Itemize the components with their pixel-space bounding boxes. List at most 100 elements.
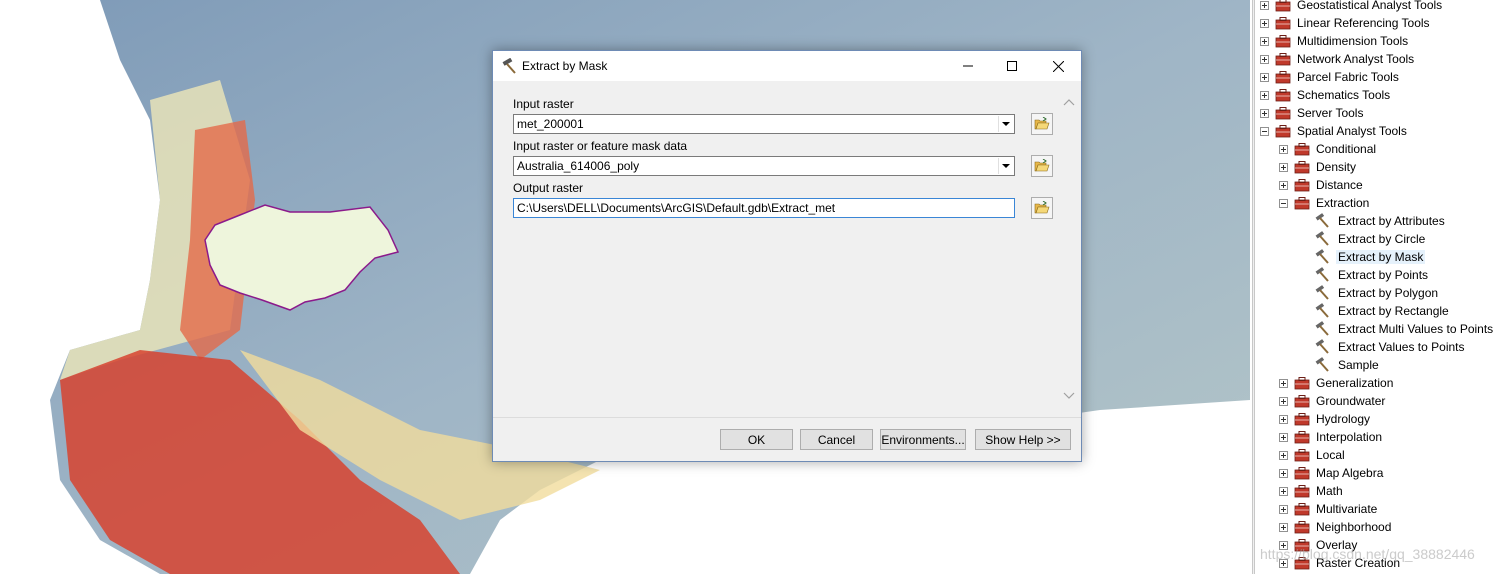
tree-item-groundwater[interactable]: Groundwater: [1279, 392, 1387, 410]
output-raster-browse-button[interactable]: [1031, 197, 1053, 219]
output-raster-input[interactable]: C:\Users\DELL\Documents\ArcGIS\Default.g…: [513, 198, 1015, 218]
tree-item-label: Multidimension Tools: [1297, 34, 1409, 48]
expand-icon[interactable]: [1279, 396, 1288, 406]
tree-item-extract-multi-values-to-points[interactable]: Extract Multi Values to Points: [1315, 320, 1495, 338]
collapse-icon[interactable]: [1260, 126, 1269, 136]
toolbox-icon: [1275, 17, 1291, 30]
input-raster-value: met_200001: [517, 117, 584, 131]
tree-item-label: Conditional: [1316, 142, 1377, 156]
chevron-down-icon[interactable]: [998, 158, 1013, 174]
dialog-footer: OK Cancel Environments... Show Help >>: [493, 417, 1081, 461]
tree-item-extract-values-to-points[interactable]: Extract Values to Points: [1315, 338, 1467, 356]
tree-item-extract-by-points[interactable]: Extract by Points: [1315, 266, 1430, 284]
toolbox-icon: [1294, 521, 1310, 534]
toolbox-icon: [1294, 431, 1310, 444]
tree-item-local[interactable]: Local: [1279, 446, 1347, 464]
folder-open-icon: [1034, 159, 1050, 172]
tree-item-extract-by-rectangle[interactable]: Extract by Rectangle: [1315, 302, 1451, 320]
tree-item-label: Server Tools: [1297, 106, 1364, 120]
input-raster-combo[interactable]: met_200001: [513, 114, 1015, 134]
cancel-button[interactable]: Cancel: [800, 429, 873, 450]
tree-item-extract-by-polygon[interactable]: Extract by Polygon: [1315, 284, 1440, 302]
expand-icon[interactable]: [1260, 36, 1269, 46]
mask-data-value: Australia_614006_poly: [517, 159, 640, 173]
tree-item-density[interactable]: Density: [1279, 158, 1358, 176]
hammer-icon: [1315, 231, 1329, 246]
toolbox-icon: [1294, 377, 1310, 390]
tree-item-label: Interpolation: [1316, 430, 1383, 444]
tree-item-distance[interactable]: Distance: [1279, 176, 1365, 194]
tree-item-extract-by-circle[interactable]: Extract by Circle: [1315, 230, 1427, 248]
toolbox-icon: [1294, 179, 1310, 192]
mask-data-combo[interactable]: Australia_614006_poly: [513, 156, 1015, 176]
tree-item-label: Extract by Circle: [1338, 232, 1426, 246]
collapse-icon[interactable]: [1279, 198, 1288, 208]
expand-icon[interactable]: [1260, 90, 1269, 100]
tree-item-multidimension-tools[interactable]: Multidimension Tools: [1260, 32, 1410, 50]
tree-item-generalization[interactable]: Generalization: [1279, 374, 1395, 392]
expand-icon[interactable]: [1279, 162, 1288, 172]
tree-item-multivariate[interactable]: Multivariate: [1279, 500, 1379, 518]
mask-data-label: Input raster or feature mask data: [513, 139, 688, 153]
scroll-down-icon[interactable]: [1063, 389, 1075, 401]
expand-icon[interactable]: [1279, 522, 1288, 532]
tree-item-spatial-analyst-tools[interactable]: Spatial Analyst Tools: [1260, 122, 1409, 140]
chevron-down-icon[interactable]: [998, 116, 1013, 132]
expand-icon[interactable]: [1279, 414, 1288, 424]
environments-button[interactable]: Environments...: [880, 429, 966, 450]
tree-item-geostatistical-analyst-tools[interactable]: Geostatistical Analyst Tools: [1260, 0, 1444, 14]
tree-item-neighborhood[interactable]: Neighborhood: [1279, 518, 1393, 536]
tree-item-label: Neighborhood: [1316, 520, 1392, 534]
tree-item-extraction[interactable]: Extraction: [1279, 194, 1371, 212]
tree-item-label: Extract by Polygon: [1338, 286, 1439, 300]
toolbox-icon: [1294, 197, 1310, 210]
catalog-tree[interactable]: Geostatistical Analyst Tools Linear Refer…: [1255, 0, 1510, 574]
tree-item-parcel-fabric-tools[interactable]: Parcel Fabric Tools: [1260, 68, 1401, 86]
expand-icon[interactable]: [1279, 486, 1288, 496]
tree-item-network-analyst-tools[interactable]: Network Analyst Tools: [1260, 50, 1416, 68]
show-help-button[interactable]: Show Help >>: [975, 429, 1071, 450]
tree-item-label: Math: [1316, 484, 1343, 498]
minimize-button[interactable]: [945, 51, 991, 81]
hammer-icon: [502, 58, 516, 74]
dialog-titlebar[interactable]: Extract by Mask: [493, 51, 1081, 81]
mask-data-browse-button[interactable]: [1031, 155, 1053, 177]
tree-item-conditional[interactable]: Conditional: [1279, 140, 1378, 158]
expand-icon[interactable]: [1260, 108, 1269, 118]
tree-item-server-tools[interactable]: Server Tools: [1260, 104, 1365, 122]
tree-item-extract-by-attributes[interactable]: Extract by Attributes: [1315, 212, 1447, 230]
tree-item-interpolation[interactable]: Interpolation: [1279, 428, 1384, 446]
tree-item-label: Spatial Analyst Tools: [1297, 124, 1407, 138]
expand-icon[interactable]: [1279, 450, 1288, 460]
tree-item-label: Multivariate: [1316, 502, 1378, 516]
expand-icon[interactable]: [1279, 432, 1288, 442]
toolbox-icon: [1275, 71, 1291, 84]
ok-button[interactable]: OK: [720, 429, 793, 450]
tree-item-sample[interactable]: Sample: [1315, 356, 1381, 374]
toolbox-icon: [1294, 395, 1310, 408]
tree-item-linear-referencing-tools[interactable]: Linear Referencing Tools: [1260, 14, 1432, 32]
tree-item-hydrology[interactable]: Hydrology: [1279, 410, 1372, 428]
expand-icon[interactable]: [1279, 378, 1288, 388]
maximize-button[interactable]: [989, 51, 1035, 81]
expand-icon[interactable]: [1260, 72, 1269, 82]
tree-item-schematics-tools[interactable]: Schematics Tools: [1260, 86, 1392, 104]
input-raster-browse-button[interactable]: [1031, 113, 1053, 135]
expand-icon[interactable]: [1279, 504, 1288, 514]
expand-icon[interactable]: [1260, 54, 1269, 64]
expand-icon[interactable]: [1260, 0, 1269, 10]
toolbox-icon: [1294, 449, 1310, 462]
tree-item-extract-by-mask[interactable]: Extract by Mask: [1315, 248, 1426, 266]
tree-item-math[interactable]: Math: [1279, 482, 1345, 500]
expand-icon[interactable]: [1279, 468, 1288, 478]
scroll-up-icon[interactable]: [1063, 97, 1075, 109]
expand-icon[interactable]: [1279, 180, 1288, 190]
extract-by-mask-dialog: Extract by Mask Input raster met_200001 …: [492, 50, 1082, 462]
expand-icon[interactable]: [1279, 144, 1288, 154]
tree-item-label: Generalization: [1316, 376, 1394, 390]
expand-icon[interactable]: [1260, 18, 1269, 28]
tree-item-label: Map Algebra: [1316, 466, 1384, 480]
close-button[interactable]: [1035, 51, 1081, 81]
tree-item-map-algebra[interactable]: Map Algebra: [1279, 464, 1385, 482]
tree-item-label: Groundwater: [1316, 394, 1386, 408]
